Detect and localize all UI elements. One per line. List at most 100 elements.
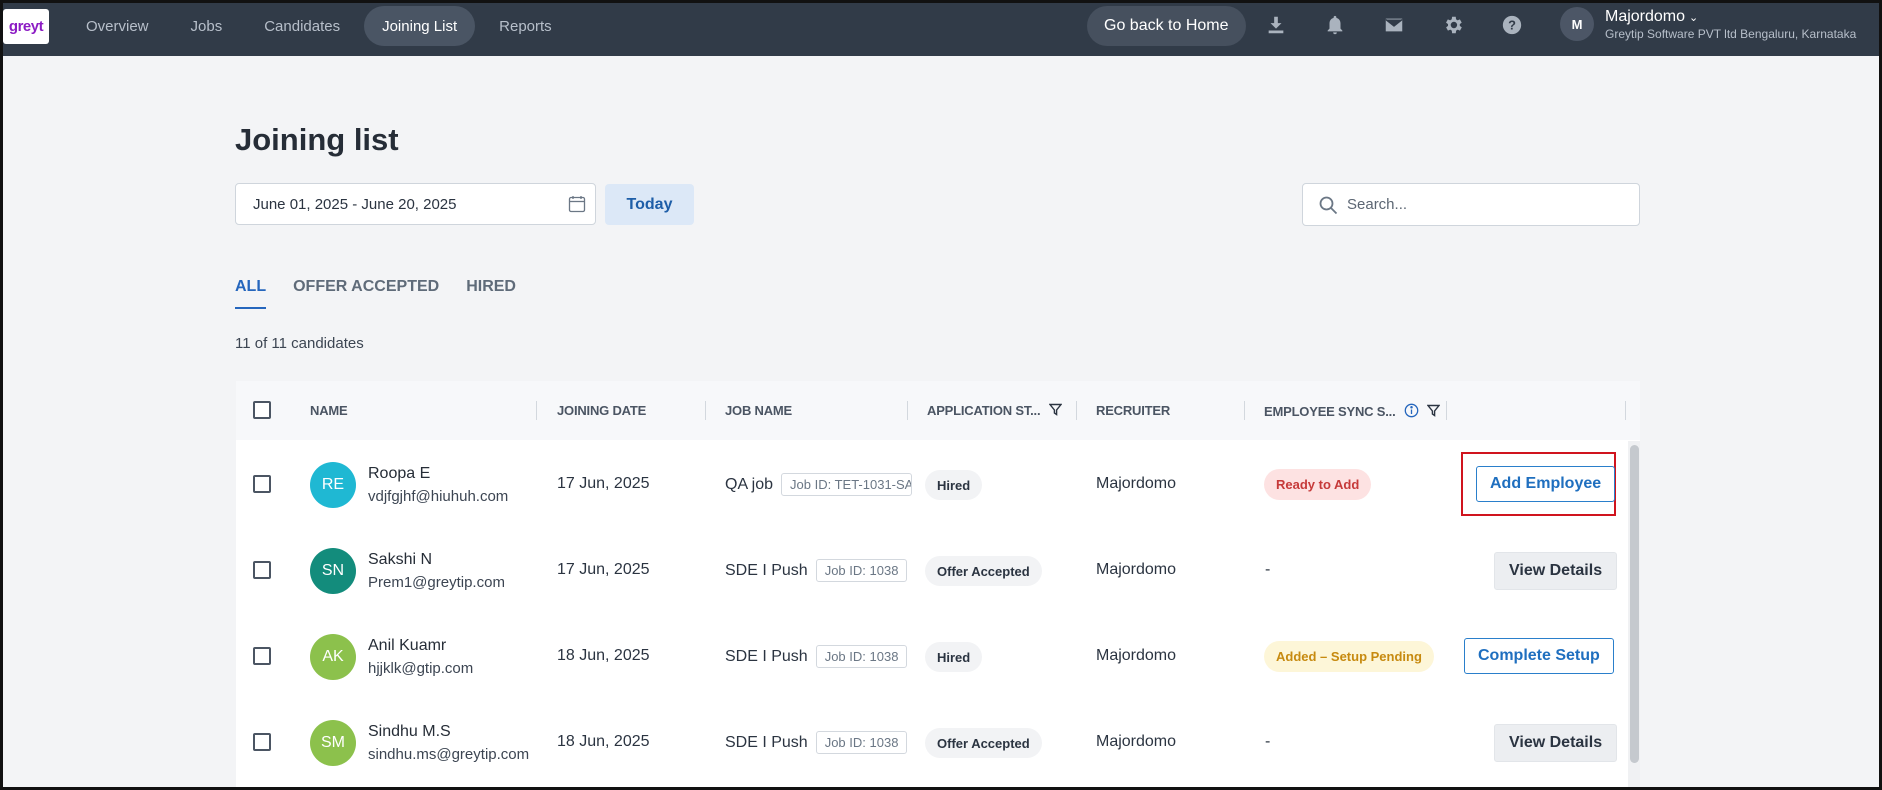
- nav-overview[interactable]: Overview: [68, 6, 167, 46]
- application-status-badge: Hired: [925, 642, 983, 672]
- search-icon: [1319, 196, 1338, 215]
- candidate-name[interactable]: Sindhu M.S: [368, 723, 451, 741]
- recruiter-name: Majordomo: [1096, 647, 1177, 664]
- bell-icon[interactable]: [1322, 10, 1347, 40]
- application-status-badge: Hired: [925, 470, 983, 500]
- employee-sync-empty: -: [1265, 561, 1271, 578]
- recruiter-name: Majordomo: [1096, 475, 1177, 492]
- table-row: RE Roopa E vdjfgjhf@hiuhuh.com 17 Jun, 2…: [236, 440, 1640, 526]
- job-name[interactable]: SDE I Push: [725, 734, 808, 752]
- date-range-picker[interactable]: June 01, 2025 - June 20, 2025: [235, 183, 596, 225]
- header-recruiter[interactable]: RECRUITER: [1096, 403, 1170, 418]
- select-all-checkbox[interactable]: [253, 401, 271, 419]
- svg-text:?: ?: [1508, 18, 1516, 33]
- tab-offer-accepted[interactable]: OFFER ACCEPTED: [293, 278, 439, 309]
- candidate-name[interactable]: Anil Kuamr: [368, 637, 446, 655]
- nav-jobs[interactable]: Jobs: [173, 6, 241, 46]
- column-divider[interactable]: [1244, 401, 1245, 420]
- header-employee-sync-status[interactable]: EMPLOYEE SYNC S...: [1264, 403, 1441, 419]
- job-cell: SDE I Push Job ID: 1038: [725, 559, 908, 582]
- header-joining-date[interactable]: JOINING DATE: [557, 403, 646, 418]
- search-box[interactable]: [1302, 183, 1640, 226]
- column-divider[interactable]: [536, 401, 537, 420]
- job-id-badge: Job ID: 1038: [815, 559, 908, 582]
- date-range-value: June 01, 2025 - June 20, 2025: [253, 195, 457, 213]
- filter-icon[interactable]: [1427, 404, 1441, 417]
- candidate-email: Prem1@greytip.com: [368, 574, 505, 591]
- job-cell: QA job Job ID: TET-1031-SAL: [725, 473, 913, 496]
- job-id-badge: Job ID: 1038: [815, 731, 908, 754]
- view-details-button[interactable]: View Details: [1494, 724, 1618, 762]
- greytip-logo[interactable]: greyt: [3, 9, 49, 44]
- nav-candidates[interactable]: Candidates: [246, 6, 358, 46]
- candidate-email: sindhu.ms@greytip.com: [368, 746, 530, 763]
- top-navbar: greyt Overview Jobs Candidates Joining L…: [0, 0, 1882, 56]
- info-icon[interactable]: [1404, 403, 1419, 418]
- complete-setup-button[interactable]: Complete Setup: [1464, 638, 1614, 674]
- row-checkbox[interactable]: [253, 647, 271, 665]
- top-icon-group: ?: [1263, 10, 1524, 40]
- tab-all[interactable]: ALL: [235, 278, 267, 309]
- tab-hired[interactable]: HIRED: [466, 278, 516, 309]
- column-divider[interactable]: [1625, 401, 1626, 420]
- employee-sync-empty: -: [1265, 733, 1271, 750]
- view-details-button[interactable]: View Details: [1494, 552, 1618, 590]
- column-divider[interactable]: [705, 401, 706, 420]
- employee-sync-badge: Ready to Add: [1264, 469, 1372, 500]
- employee-sync-badge: Added – Setup Pending: [1264, 641, 1434, 672]
- filter-icon[interactable]: [1048, 403, 1062, 416]
- joining-table: NAME JOINING DATE JOB NAME APPLICATION S…: [236, 381, 1640, 790]
- calendar-icon[interactable]: [568, 195, 586, 213]
- user-organization: Greytip Software PVT ltd Bengaluru, Karn…: [1605, 27, 1857, 41]
- header-name[interactable]: NAME: [310, 403, 348, 418]
- go-back-home-button[interactable]: Go back to Home: [1087, 6, 1246, 46]
- header-application-status[interactable]: APPLICATION ST...: [927, 403, 1062, 418]
- scrollbar-thumb[interactable]: [1630, 445, 1639, 763]
- joining-date: 17 Jun, 2025: [557, 561, 650, 578]
- gear-icon[interactable]: [1440, 10, 1465, 40]
- today-button[interactable]: Today: [605, 184, 694, 225]
- help-icon[interactable]: ?: [1499, 10, 1524, 40]
- row-checkbox[interactable]: [253, 561, 271, 579]
- job-name[interactable]: QA job: [725, 476, 773, 494]
- table-header: NAME JOINING DATE JOB NAME APPLICATION S…: [236, 381, 1640, 440]
- table-row: AK Anil Kuamr hjjklk@gtip.com 18 Jun, 20…: [236, 612, 1640, 698]
- job-name[interactable]: SDE I Push: [725, 648, 808, 666]
- recruiter-name: Majordomo: [1096, 561, 1177, 578]
- recruiter-name: Majordomo: [1096, 733, 1177, 750]
- mail-icon[interactable]: [1381, 10, 1406, 40]
- candidate-name[interactable]: Roopa E: [368, 465, 430, 483]
- column-divider[interactable]: [907, 401, 908, 420]
- job-name[interactable]: SDE I Push: [725, 562, 808, 580]
- table-row: SM Sindhu M.S sindhu.ms@greytip.com 18 J…: [236, 698, 1640, 784]
- joining-date: 17 Jun, 2025: [557, 475, 650, 492]
- joining-date: 18 Jun, 2025: [557, 733, 650, 750]
- row-checkbox[interactable]: [253, 475, 271, 493]
- main-nav: Overview Jobs Candidates Joining List Re…: [68, 6, 570, 46]
- user-avatar[interactable]: M: [1560, 7, 1594, 41]
- table-scrollbar[interactable]: [1628, 441, 1640, 790]
- page-title: Joining list: [235, 122, 399, 157]
- candidate-count: 11 of 11 candidates: [235, 335, 364, 352]
- nav-joining-list[interactable]: Joining List: [364, 6, 476, 46]
- nav-reports[interactable]: Reports: [481, 6, 570, 46]
- job-id-badge: Job ID: 1038: [815, 645, 908, 668]
- candidate-name[interactable]: Sakshi N: [368, 551, 432, 569]
- candidate-avatar: SM: [310, 720, 356, 766]
- row-checkbox[interactable]: [253, 733, 271, 751]
- search-input[interactable]: [1347, 184, 1627, 225]
- chevron-down-icon: ⌄: [1689, 12, 1699, 24]
- header-job-name[interactable]: JOB NAME: [725, 403, 792, 418]
- candidate-avatar: SN: [310, 548, 356, 594]
- candidate-avatar: RE: [310, 462, 356, 508]
- application-status-badge: Offer Accepted: [925, 728, 1042, 758]
- download-icon[interactable]: [1263, 10, 1288, 40]
- user-menu[interactable]: Majordomo ⌄: [1605, 8, 1698, 26]
- candidate-email: vdjfgjhf@hiuhuh.com: [368, 488, 509, 505]
- user-name: Majordomo: [1605, 8, 1686, 25]
- column-divider[interactable]: [1446, 401, 1447, 420]
- add-employee-button[interactable]: Add Employee: [1476, 466, 1616, 502]
- candidate-email: hjjklk@gtip.com: [368, 660, 474, 677]
- candidate-avatar: AK: [310, 634, 356, 680]
- column-divider[interactable]: [1076, 401, 1077, 420]
